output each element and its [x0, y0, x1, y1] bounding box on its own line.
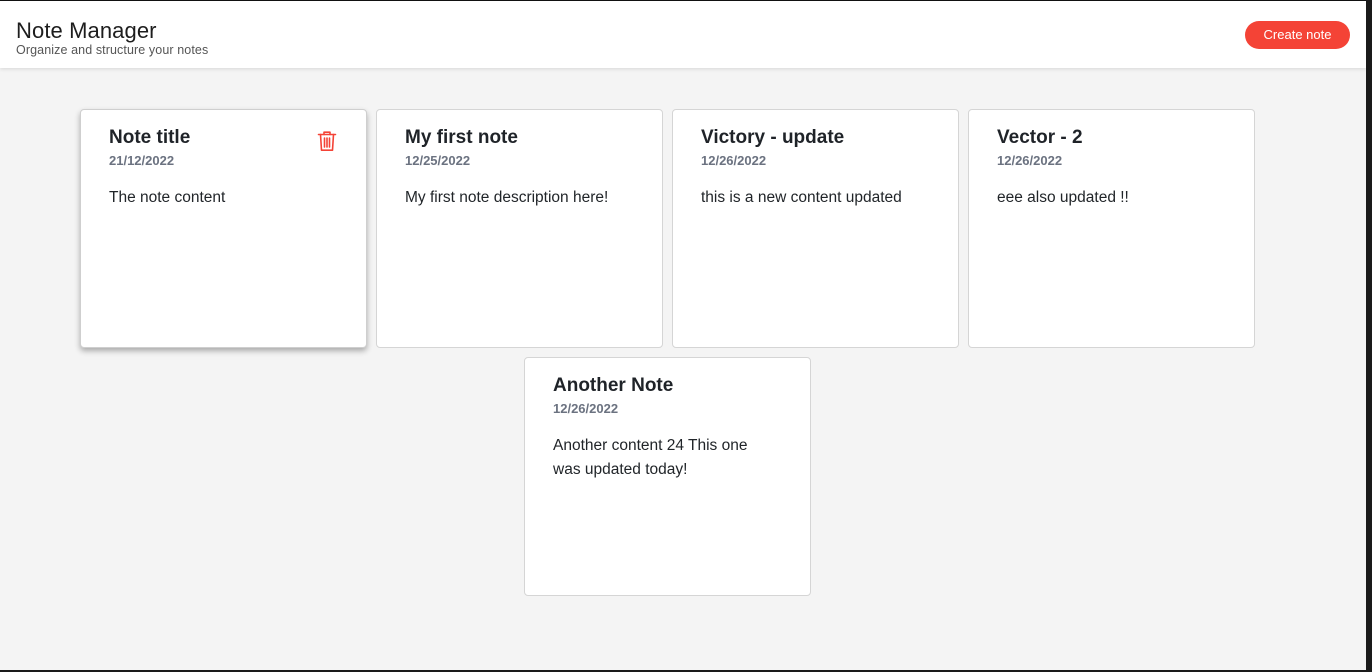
note-content: Another content 24 This one was updated … — [553, 437, 748, 478]
top-bar: Note Manager Organize and structure your… — [0, 0, 1366, 68]
note-title: Victory - update — [701, 127, 845, 148]
create-note-button[interactable]: Create note — [1245, 21, 1350, 49]
note-date: 12/25/2022 — [405, 153, 471, 168]
note-card[interactable]: Note title 21/12/2022 The note content — [80, 109, 367, 348]
note-content: this is a new content updated — [701, 189, 902, 206]
note-title: Another Note — [553, 375, 674, 396]
app-viewport: Note Manager Organize and structure your… — [0, 0, 1366, 670]
note-title: My first note — [405, 127, 518, 148]
note-title: Vector - 2 — [997, 127, 1083, 148]
note-date: 12/26/2022 — [997, 153, 1063, 168]
note-card[interactable]: Another Note 12/26/2022 Another content … — [524, 357, 811, 596]
note-content: My first note description here! — [405, 189, 609, 206]
note-card[interactable]: Vector - 2 12/26/2022 eee also updated !… — [968, 109, 1255, 348]
note-content: The note content — [109, 189, 226, 206]
note-date: 12/26/2022 — [701, 153, 767, 168]
app-subtitle: Organize and structure your notes — [16, 43, 209, 57]
note-card[interactable]: My first note 12/25/2022 My first note d… — [376, 109, 663, 348]
note-date: 12/26/2022 — [553, 401, 619, 416]
note-content: eee also updated !! — [997, 189, 1129, 206]
app-title: Note Manager — [16, 18, 157, 43]
note-card[interactable]: Victory - update 12/26/2022 this is a ne… — [672, 109, 959, 348]
note-title: Note title — [109, 127, 191, 148]
note-date: 21/12/2022 — [109, 153, 175, 168]
trash-icon[interactable] — [317, 130, 337, 152]
